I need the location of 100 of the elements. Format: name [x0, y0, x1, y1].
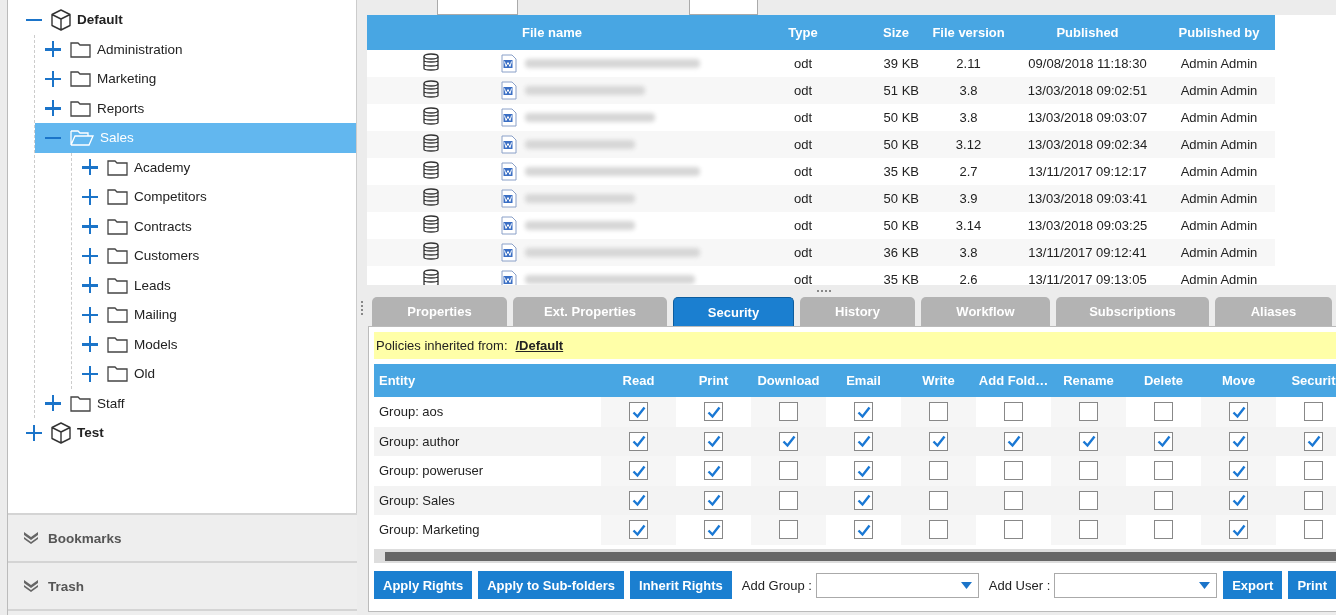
- expand-icon[interactable]: [82, 159, 98, 176]
- checkbox[interactable]: [1079, 402, 1098, 422]
- checkbox[interactable]: [704, 461, 723, 481]
- checkbox[interactable]: [779, 520, 798, 540]
- checkbox[interactable]: [1004, 431, 1023, 451]
- dropdown[interactable]: [815, 572, 979, 598]
- dropdown[interactable]: [1054, 572, 1218, 598]
- checkbox[interactable]: [629, 490, 648, 510]
- tree-item[interactable]: Customers: [72, 241, 356, 271]
- checkbox[interactable]: [929, 490, 948, 510]
- checkbox[interactable]: [1229, 402, 1248, 422]
- tab[interactable]: History: [800, 297, 915, 326]
- checkbox[interactable]: [1304, 402, 1323, 422]
- expand-icon[interactable]: [82, 365, 98, 382]
- checkbox[interactable]: [629, 461, 648, 481]
- tab[interactable]: Ext. Properties: [513, 297, 667, 326]
- column-header[interactable]: Add Fold…: [976, 364, 1051, 397]
- checkbox[interactable]: [629, 402, 648, 422]
- checkbox[interactable]: [1079, 490, 1098, 510]
- checkbox[interactable]: [1079, 431, 1098, 451]
- scrollbar[interactable]: [374, 549, 1336, 563]
- column-header[interactable]: Download: [751, 364, 826, 397]
- checkbox[interactable]: [1229, 520, 1248, 540]
- checkbox[interactable]: [1304, 520, 1323, 540]
- checkbox[interactable]: [1154, 520, 1173, 540]
- path-link[interactable]: /Default: [515, 338, 564, 353]
- checkbox[interactable]: [1304, 461, 1323, 481]
- tab[interactable]: Aliases: [1215, 297, 1332, 326]
- column-header[interactable]: Published by: [1163, 15, 1275, 50]
- column-header[interactable]: Securit: [1276, 364, 1336, 397]
- column-header[interactable]: Move: [1201, 364, 1276, 397]
- tab[interactable]: Security: [673, 297, 794, 326]
- expand-icon[interactable]: [82, 306, 98, 323]
- column-header[interactable]: Entity: [374, 364, 601, 397]
- action-button[interactable]: Apply to Sub-folders: [478, 571, 624, 599]
- tree-item[interactable]: Competitors: [72, 182, 356, 212]
- tree-item[interactable]: Reports: [35, 93, 356, 123]
- tree-item[interactable]: Contracts: [72, 211, 356, 241]
- checkbox[interactable]: [854, 520, 873, 540]
- tree-item[interactable]: Administration: [35, 34, 356, 64]
- column-header[interactable]: Read: [601, 364, 676, 397]
- accordion-header[interactable]: Bookmarks: [8, 513, 357, 561]
- checkbox[interactable]: [1004, 520, 1023, 540]
- action-button[interactable]: Apply Rights: [374, 571, 473, 599]
- checkbox[interactable]: [854, 431, 873, 451]
- checkbox[interactable]: [1154, 431, 1173, 451]
- input-field[interactable]: [689, 0, 758, 15]
- column-header[interactable]: File name: [495, 15, 768, 50]
- tree-item[interactable]: Sales: [35, 123, 356, 153]
- expand-icon[interactable]: [82, 247, 98, 264]
- expand-icon[interactable]: [45, 70, 61, 87]
- action-button[interactable]: Inherit Rights: [630, 571, 732, 599]
- column-header[interactable]: Print: [676, 364, 751, 397]
- tree-item[interactable]: Mailing: [72, 300, 356, 330]
- tab[interactable]: Properties: [372, 297, 507, 326]
- tree-item[interactable]: Models: [72, 329, 356, 359]
- checkbox[interactable]: [1229, 431, 1248, 451]
- tree-item[interactable]: Old: [72, 359, 356, 389]
- column-header[interactable]: Rename: [1051, 364, 1126, 397]
- checkbox[interactable]: [1304, 490, 1323, 510]
- column-header[interactable]: Email: [826, 364, 901, 397]
- tree-item[interactable]: Staff: [35, 388, 356, 418]
- checkbox[interactable]: [1079, 461, 1098, 481]
- column-header[interactable]: Size: [838, 15, 925, 50]
- column-header[interactable]: Write: [901, 364, 976, 397]
- checkbox[interactable]: [779, 490, 798, 510]
- checkbox[interactable]: [1004, 490, 1023, 510]
- tree-item[interactable]: Marketing: [35, 64, 356, 94]
- action-button[interactable]: Print: [1288, 571, 1336, 599]
- checkbox[interactable]: [629, 431, 648, 451]
- checkbox[interactable]: [1079, 520, 1098, 540]
- tree-item[interactable]: Leads: [72, 270, 356, 300]
- tab[interactable]: Subscriptions: [1056, 297, 1209, 326]
- expand-icon[interactable]: [82, 277, 98, 294]
- expand-icon[interactable]: [82, 218, 98, 235]
- column-header[interactable]: Published: [1012, 15, 1163, 50]
- column-header[interactable]: Type: [768, 15, 838, 50]
- checkbox[interactable]: [704, 520, 723, 540]
- checkbox[interactable]: [704, 490, 723, 510]
- input-field[interactable]: [437, 0, 518, 15]
- expand-icon[interactable]: [45, 395, 61, 412]
- expand-icon[interactable]: [26, 424, 42, 441]
- checkbox[interactable]: [929, 402, 948, 422]
- checkbox[interactable]: [779, 461, 798, 481]
- tree-item[interactable]: Default: [8, 5, 356, 35]
- checkbox[interactable]: [704, 431, 723, 451]
- checkbox[interactable]: [854, 461, 873, 481]
- checkbox[interactable]: [929, 520, 948, 540]
- checkbox[interactable]: [1004, 402, 1023, 422]
- accordion-header[interactable]: Trash: [8, 561, 357, 609]
- expand-icon[interactable]: [45, 41, 61, 58]
- checkbox[interactable]: [1229, 461, 1248, 481]
- checkbox[interactable]: [629, 520, 648, 540]
- checkbox[interactable]: [854, 490, 873, 510]
- column-header[interactable]: Delete: [1126, 364, 1201, 397]
- tab[interactable]: Workflow: [921, 297, 1050, 326]
- checkbox[interactable]: [1304, 431, 1323, 451]
- checkbox[interactable]: [1154, 490, 1173, 510]
- checkbox[interactable]: [1229, 490, 1248, 510]
- checkbox[interactable]: [1004, 461, 1023, 481]
